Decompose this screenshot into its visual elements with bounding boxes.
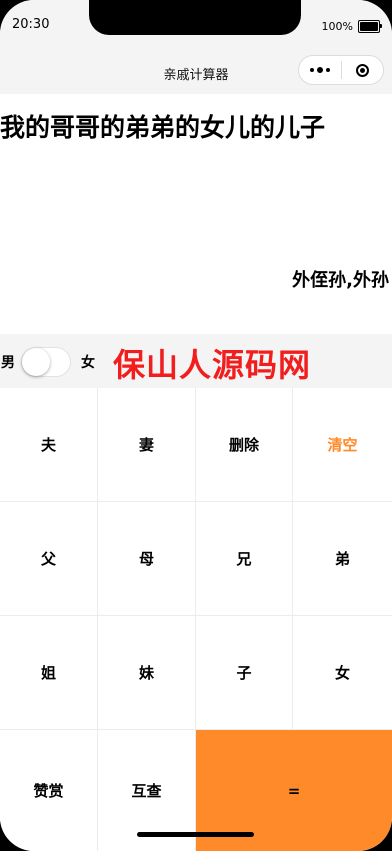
battery-icon xyxy=(358,20,382,33)
relation-result: 外侄孙,外孙 xyxy=(292,270,389,291)
mini-program-capsule xyxy=(298,55,384,85)
key-wife[interactable]: 妻 xyxy=(98,388,196,502)
battery-percentage: 100% xyxy=(321,20,353,33)
key-daughter[interactable]: 女 xyxy=(293,616,392,730)
key-clear[interactable]: 清空 xyxy=(293,388,392,502)
key-elder-sister[interactable]: 姐 xyxy=(0,616,98,730)
target-icon xyxy=(355,63,369,77)
relation-expression: 我的哥哥的弟弟的女儿的儿子 xyxy=(0,113,326,142)
keypad: 夫 妻 删除 清空 父 母 兄 弟 姐 妹 子 女 赞赏 互查 = xyxy=(0,388,392,851)
status-bar: 20:30 100% xyxy=(0,0,392,48)
switch-knob xyxy=(22,348,50,376)
gender-female-label: 女 xyxy=(81,355,95,371)
key-younger-sister[interactable]: 妹 xyxy=(98,616,196,730)
gender-male-label: 男 xyxy=(1,355,15,371)
home-indicator xyxy=(137,832,254,837)
status-indicators: 100% xyxy=(321,20,382,33)
key-husband[interactable]: 夫 xyxy=(0,388,98,502)
key-delete[interactable]: 删除 xyxy=(196,388,293,502)
key-reward[interactable]: 赞赏 xyxy=(0,730,98,851)
gender-switch[interactable] xyxy=(21,347,71,377)
key-mother[interactable]: 母 xyxy=(98,502,196,616)
key-younger-brother[interactable]: 弟 xyxy=(293,502,392,616)
close-mini-program-button[interactable] xyxy=(342,56,384,84)
key-elder-brother[interactable]: 兄 xyxy=(196,502,293,616)
calculator-display: 我的哥哥的弟弟的女儿的儿子 外侄孙,外孙 xyxy=(0,94,392,334)
more-dots-icon xyxy=(309,68,314,72)
status-time: 20:30 xyxy=(12,17,50,32)
more-dots-icon-right xyxy=(325,68,330,72)
phone-screen: 20:30 100% 亲戚计算器 我的哥哥的弟弟的女儿的儿子 外侄孙,外孙 男 xyxy=(0,0,392,851)
gender-toggle-row: 男 女 保山人源码网 xyxy=(0,334,392,388)
notch xyxy=(89,0,301,35)
key-son[interactable]: 子 xyxy=(196,616,293,730)
nav-bar: 亲戚计算器 xyxy=(0,48,392,94)
key-father[interactable]: 父 xyxy=(0,502,98,616)
watermark-text: 保山人源码网 xyxy=(113,346,312,384)
more-menu-button[interactable] xyxy=(299,56,341,84)
more-dots-icon-center xyxy=(316,67,323,73)
